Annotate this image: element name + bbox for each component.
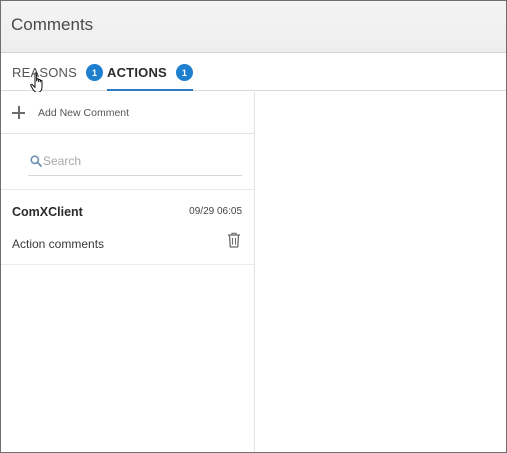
tab-bar: REASONS 1 ACTIONS 1 [1, 54, 506, 91]
tab-actions-label: ACTIONS [107, 65, 167, 80]
search-icon [30, 154, 42, 167]
comment-timestamp: 09/29 06:05 [189, 206, 242, 217]
comments-window: Comments REASONS 1 ACTIONS 1 Add New Com… [0, 0, 507, 453]
tab-reasons[interactable]: REASONS 1 [12, 54, 103, 91]
comment-list-panel: Add New Comment ComXClient 09/29 06:05 A… [1, 92, 255, 452]
tab-reasons-badge: 1 [85, 64, 103, 81]
plus-icon [12, 106, 25, 119]
tab-actions[interactable]: ACTIONS 1 [107, 54, 193, 91]
trash-icon[interactable] [227, 232, 241, 248]
comment-author: ComXClient [12, 205, 83, 219]
search-section [1, 134, 254, 190]
add-new-comment-label: Add New Comment [38, 107, 130, 119]
window-title: Comments [11, 15, 94, 34]
tab-reasons-label: REASONS [12, 65, 77, 80]
tab-actions-badge: 1 [175, 64, 193, 81]
title-bar: Comments [1, 1, 506, 53]
comment-item[interactable]: ComXClient 09/29 06:05 Action comments [1, 190, 254, 265]
add-new-comment-button[interactable]: Add New Comment [1, 92, 254, 134]
search-input[interactable] [42, 153, 232, 168]
comment-detail-panel [256, 92, 506, 452]
search-box [28, 146, 242, 176]
comment-text: Action comments [12, 237, 105, 251]
